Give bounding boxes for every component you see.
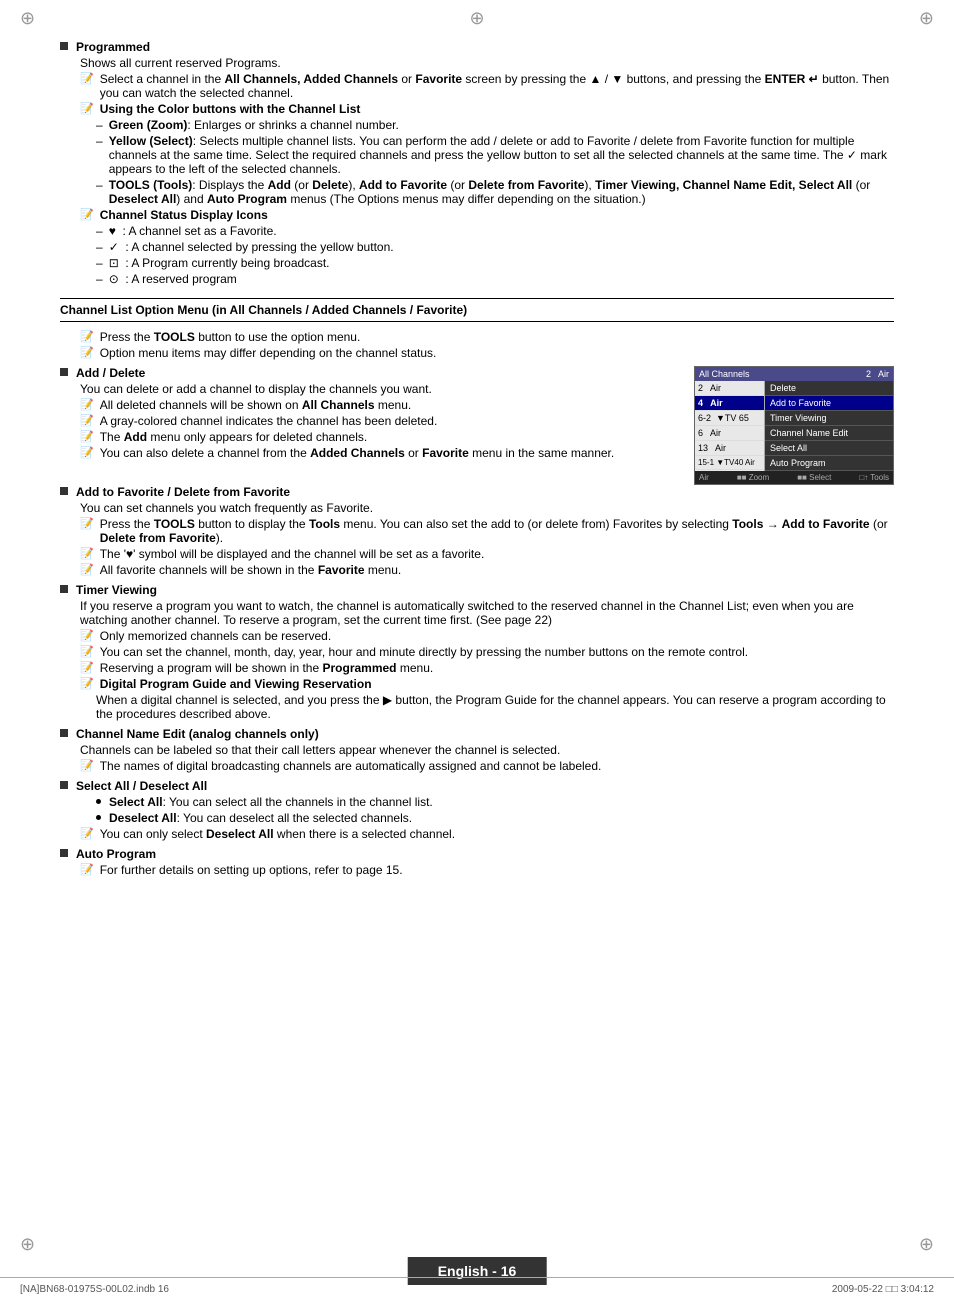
auto-program-title: Auto Program (76, 847, 156, 861)
tv-menu-timer: Timer Viewing (765, 411, 893, 426)
programmed-title: Programmed (76, 40, 150, 54)
timer-note3: 📝 Reserving a program will be shown in t… (80, 661, 894, 675)
bullet-dot-1 (96, 799, 101, 804)
channel-list-note2: 📝 Option menu items may differ depending… (80, 346, 894, 360)
add-delete-note4: 📝 You can also delete a channel from the… (80, 446, 684, 460)
add-delete-text: Add / Delete You can delete or add a cha… (60, 366, 684, 466)
yellow-item: – Yellow (Select): Selects multiple chan… (96, 134, 894, 176)
bullet-dot-2 (96, 815, 101, 820)
note-icon-3: 📝 (80, 208, 94, 221)
tv-menu-auto-program: Auto Program (765, 456, 893, 471)
timer-note2: 📝 You can set the channel, month, day, y… (80, 645, 894, 659)
note-icon-2: 📝 (80, 102, 94, 115)
add-favorite-desc: You can set channels you watch frequentl… (80, 501, 894, 515)
digital-program-title: 📝 Digital Program Guide and Viewing Rese… (80, 677, 894, 691)
auto-program-bullet (60, 849, 68, 857)
icon-heart: – ♥ : A channel set as a Favorite. (96, 224, 894, 238)
channel-name-title: Channel Name Edit (analog channels only) (76, 727, 319, 741)
tv-menu-select-all: Select All (765, 441, 893, 456)
timer-title: Timer Viewing (76, 583, 157, 597)
footer-right: 2009-05-22 □□ 3:04:12 (832, 1284, 934, 1295)
tv-header: All Channels 2 Air (695, 367, 893, 381)
tv-menu-add-favorite: Add to Favorite (765, 396, 893, 411)
channel-list-note1: 📝 Press the TOOLS button to use the opti… (80, 330, 894, 344)
note-icon-4: 📝 (80, 330, 94, 343)
tv-channel-row-3: 6 Air (695, 426, 764, 441)
timer-desc: If you reserve a program you want to wat… (80, 599, 894, 627)
auto-program-section: Auto Program 📝 For further details on se… (60, 847, 894, 877)
timer-note1: 📝 Only memorized channels can be reserve… (80, 629, 894, 643)
select-all-item1: Select All: You can select all the chann… (96, 795, 894, 809)
digital-program-desc: When a digital channel is selected, and … (96, 693, 894, 721)
tv-body: 2 Air 4 Air 6-2 ▼TV 65 6 Air 13 (695, 381, 893, 471)
top-left-crosshair: ⊕ (20, 8, 35, 29)
color-buttons-note: 📝 Using the Color buttons with the Chann… (80, 102, 894, 116)
tv-channel-row-selected: 4 Air (695, 396, 764, 411)
icon-check: – ✓ : A channel selected by pressing the… (96, 240, 894, 254)
channel-list-option-title: Channel List Option Menu (in All Channel… (60, 303, 467, 317)
add-favorite-note3: 📝 All favorite channels will be shown in… (80, 563, 894, 577)
bottom-left-crosshair: ⊕ (20, 1234, 35, 1255)
tv-channel-row-5: 15-1 ▼TV40 Air (695, 456, 764, 470)
bottom-right-crosshair: ⊕ (919, 1234, 934, 1255)
auto-program-note1: 📝 For further details on setting up opti… (80, 863, 894, 877)
green-item: – Green (Zoom): Enlarges or shrinks a ch… (96, 118, 894, 132)
select-all-bullet (60, 781, 68, 789)
add-delete-desc: You can delete or add a channel to displ… (80, 382, 684, 396)
select-all-title: Select All / Deselect All (76, 779, 207, 793)
tv-channel-row-2: 6-2 ▼TV 65 (695, 411, 764, 426)
add-delete-note2: 📝 A gray-colored channel indicates the c… (80, 414, 684, 428)
tv-channel-row: 2 Air (695, 381, 764, 396)
top-center-crosshair: ⊕ (469, 8, 484, 29)
programmed-section: Programmed Shows all current reserved Pr… (60, 40, 894, 286)
add-delete-bullet (60, 368, 68, 376)
select-all-section: Select All / Deselect All Select All: Yo… (60, 779, 894, 841)
channel-name-note1: 📝 The names of digital broadcasting chan… (80, 759, 894, 773)
tools-item: – TOOLS (Tools): Displays the Add (or De… (96, 178, 894, 206)
add-delete-note3: 📝 The Add menu only appears for deleted … (80, 430, 684, 444)
page-footer: [NA]BN68-01975S-00L02.indb 16 2009-05-22… (0, 1277, 954, 1295)
select-all-note1: 📝 You can only select Deselect All when … (80, 827, 894, 841)
note-icon-5: 📝 (80, 346, 94, 359)
add-delete-title: Add / Delete (76, 366, 145, 380)
add-favorite-note1: 📝 Press the TOOLS button to display the … (80, 517, 894, 545)
channel-name-bullet (60, 729, 68, 737)
channel-status-note: 📝 Channel Status Display Icons (80, 208, 894, 222)
tv-channel-list: 2 Air 4 Air 6-2 ▼TV 65 6 Air 13 (695, 381, 765, 471)
tv-footer: Air ■■ Zoom ■■ Select □↑ Tools (695, 471, 893, 484)
timer-viewing-section: Timer Viewing If you reserve a program y… (60, 583, 894, 721)
tv-header-label: All Channels (699, 369, 750, 379)
select-all-item2: Deselect All: You can deselect all the s… (96, 811, 894, 825)
channel-name-desc: Channels can be labeled so that their ca… (80, 743, 894, 757)
programmed-bullet (60, 42, 68, 50)
tv-channel-row-4: 13 Air (695, 441, 764, 456)
tv-menu-delete: Delete (765, 381, 893, 396)
programmed-desc: Shows all current reserved Programs. (80, 56, 894, 70)
tv-ui-image: All Channels 2 Air 2 Air 4 Air 6-2 ▼TV 6… (694, 366, 894, 485)
programmed-note1: 📝 Select a channel in the All Channels, … (80, 72, 894, 100)
add-delete-section: Add / Delete You can delete or add a cha… (60, 366, 894, 485)
note-icon-1: 📝 (80, 72, 94, 85)
add-favorite-note2: 📝 The '♥' symbol will be displayed and t… (80, 547, 894, 561)
tv-menu-channel-name: Channel Name Edit (765, 426, 893, 441)
add-to-favorite-section: Add to Favorite / Delete from Favorite Y… (60, 485, 894, 577)
timer-bullet (60, 585, 68, 593)
tv-menu: Delete Add to Favorite Timer Viewing Cha… (765, 381, 893, 471)
footer-left: [NA]BN68-01975S-00L02.indb 16 (20, 1284, 169, 1295)
channel-list-option-title-bar: Channel List Option Menu (in All Channel… (60, 298, 894, 322)
top-right-crosshair: ⊕ (919, 8, 934, 29)
icon-broadcast: – ⊡ : A Program currently being broadcas… (96, 256, 894, 270)
page-container: ⊕ ⊕ ⊕ ⊕ ⊕ Programmed Shows all current r… (0, 0, 954, 1315)
add-favorite-title: Add to Favorite / Delete from Favorite (76, 485, 290, 499)
tv-screen: All Channels 2 Air 2 Air 4 Air 6-2 ▼TV 6… (694, 366, 894, 485)
add-delete-note1: 📝 All deleted channels will be shown on … (80, 398, 684, 412)
icon-reserved: – ⊙ : A reserved program (96, 272, 894, 286)
tv-header-info: 2 Air (866, 369, 889, 379)
channel-name-edit-section: Channel Name Edit (analog channels only)… (60, 727, 894, 773)
add-favorite-bullet (60, 487, 68, 495)
